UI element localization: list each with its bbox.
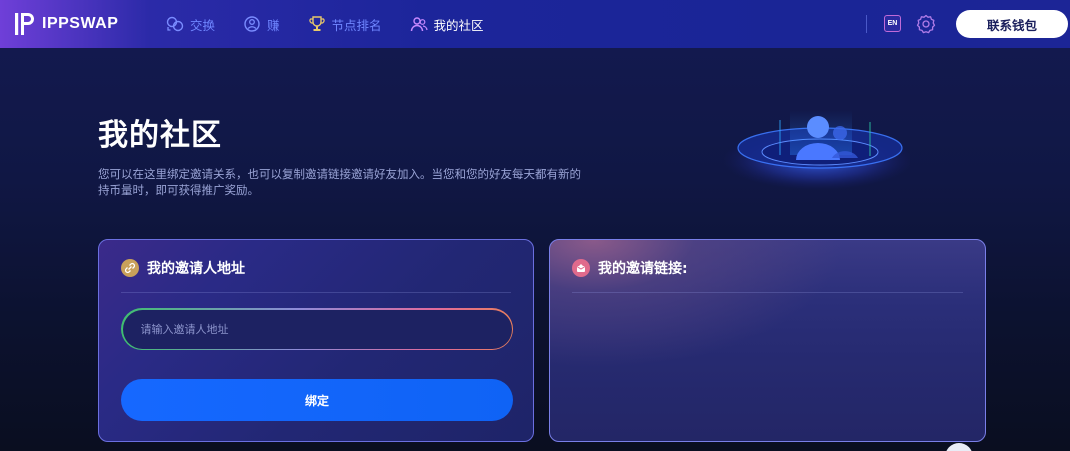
trophy-icon — [308, 16, 325, 31]
nav-label-exchange: 交换 — [190, 17, 216, 33]
link-icon — [121, 259, 139, 277]
earn-icon — [244, 16, 260, 32]
main-nav: 交换 赚 节点排名 我的社区 — [166, 0, 484, 48]
inviter-address-field-container — [122, 309, 512, 349]
nav-label-earn: 赚 — [267, 17, 280, 33]
invite-link-card-header: 我的邀请链接: — [572, 258, 688, 278]
inviter-address-field-border — [121, 308, 513, 350]
page-title: 我的社区 — [98, 118, 222, 153]
community-hologram-icon — [723, 110, 910, 190]
inviter-address-input[interactable] — [140, 322, 512, 336]
top-navigation-bar: IPPSWAP 交换 赚 节点排名 我的社区 EN 联系钱包 — [0, 0, 1070, 48]
nav-label-my-community: 我的社区 — [433, 17, 484, 33]
toolbar-divider — [866, 15, 867, 33]
card-divider — [572, 292, 963, 293]
nav-item-exchange[interactable]: 交换 — [166, 0, 215, 48]
nav-item-earn[interactable]: 赚 — [243, 0, 280, 48]
nav-item-my-community[interactable]: 我的社区 — [410, 0, 484, 48]
brand-name: IPPSWAP — [42, 15, 119, 32]
inviter-address-card: 我的邀请人地址 绑定 — [98, 239, 534, 442]
inviter-card-header: 我的邀请人地址 — [121, 258, 245, 278]
bind-button[interactable]: 绑定 — [121, 379, 513, 421]
nav-item-node-ranking[interactable]: 节点排名 — [308, 0, 382, 48]
invite-link-card: 我的邀请链接: — [549, 239, 986, 442]
connect-wallet-button[interactable]: 联系钱包 — [956, 10, 1068, 38]
floating-support-button[interactable] — [945, 443, 973, 451]
community-icon — [410, 17, 428, 32]
envelope-icon — [572, 259, 590, 277]
gear-icon[interactable] — [916, 14, 936, 34]
card-divider — [121, 292, 511, 293]
brand-logo[interactable]: IPPSWAP — [14, 11, 118, 37]
inviter-card-title: 我的邀请人地址 — [147, 261, 245, 277]
page-description: 您可以在这里绑定邀请关系，也可以复制邀请链接邀请好友加入。当您和您的好友每天都有… — [98, 167, 581, 197]
language-switch-button[interactable]: EN — [884, 15, 901, 32]
nav-label-node-ranking: 节点排名 — [331, 17, 382, 33]
invite-link-card-title: 我的邀请链接: — [598, 261, 688, 277]
ippswap-logo-icon — [15, 13, 34, 35]
exchange-icon — [166, 16, 184, 32]
